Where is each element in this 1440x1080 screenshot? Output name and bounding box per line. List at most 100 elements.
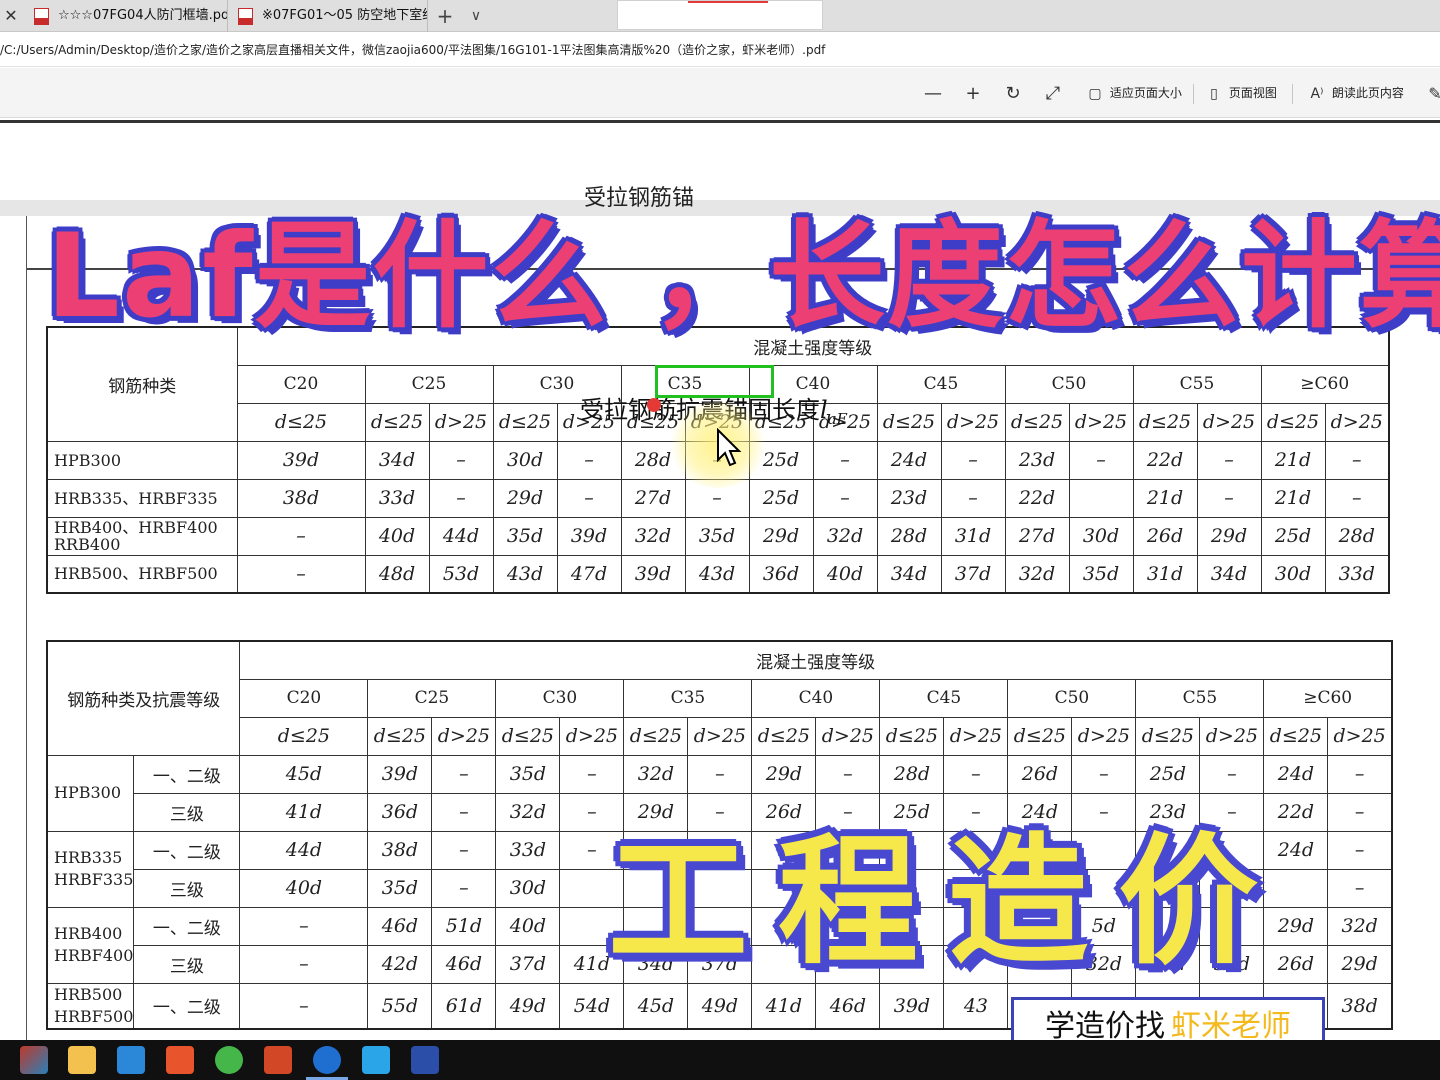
- grade-header: C55: [1132, 364, 1262, 404]
- browser-green-icon[interactable]: [215, 1046, 243, 1074]
- video-app-icon[interactable]: [166, 1046, 194, 1074]
- diameter-header: d≤25: [1132, 402, 1198, 442]
- anchorage-value: 39d: [236, 440, 366, 480]
- anchorage-value: –: [940, 440, 1006, 480]
- edge-icon[interactable]: [313, 1046, 341, 1074]
- diameter-header: d>25: [943, 716, 1009, 756]
- anchorage-value: 23d: [1004, 440, 1070, 480]
- diameter-header: d>25: [1327, 716, 1393, 756]
- diameter-header: d>25: [940, 402, 1006, 442]
- fit-page-button[interactable]: ▢ 适应页面大小: [1084, 78, 1182, 108]
- grade-header: C55: [1135, 678, 1265, 718]
- start-icon[interactable]: [20, 1046, 48, 1074]
- anchorage-value: –: [687, 754, 753, 794]
- anchorage-value: 33d: [495, 830, 561, 870]
- anchorage-value: –: [940, 478, 1006, 518]
- toolbar-divider: [1292, 84, 1293, 104]
- page-view-icon: ▯: [1210, 85, 1218, 102]
- anchorage-value: 37d: [495, 944, 561, 984]
- diameter-header: d≤25: [623, 716, 689, 756]
- anchorage-value: 49d: [495, 982, 561, 1029]
- anchorage-value: 27d: [1004, 516, 1070, 556]
- anchorage-value: 35d: [684, 516, 750, 556]
- pdf-file-icon: [238, 8, 253, 25]
- anchorage-value: 31d: [1132, 554, 1198, 594]
- grade-header: C50: [1004, 364, 1134, 404]
- anchorage-value: 39d: [879, 982, 945, 1029]
- anchorage-value: 24d: [876, 440, 942, 480]
- anchorage-value: 47d: [556, 554, 622, 594]
- tab-pdf-2[interactable]: ※07FG01～05 防空地下室结: [228, 0, 428, 32]
- pdf-file-icon: [34, 8, 49, 25]
- anchorage-value: 61d: [431, 982, 497, 1029]
- diameter-header: d>25: [1199, 716, 1265, 756]
- fit-page-icon: ▢: [1088, 85, 1102, 102]
- anchorage-value: 40d: [239, 868, 369, 908]
- anchorage-value: 36d: [367, 792, 433, 832]
- cad-icon[interactable]: [411, 1046, 439, 1074]
- read-aloud-button[interactable]: A⁾ 朗读此页内容: [1306, 78, 1403, 108]
- pen-button[interactable]: ✎: [1424, 78, 1440, 108]
- annotation-dot: [647, 398, 661, 412]
- c35-selection-box: [655, 365, 774, 398]
- anchorage-value: –: [943, 754, 1009, 794]
- anchorage-value: 55d: [367, 982, 433, 1029]
- tab-preview: [617, 0, 823, 30]
- new-tab-button[interactable]: +: [434, 0, 456, 32]
- powerpoint-icon[interactable]: [264, 1046, 292, 1074]
- page-edge-rule: [0, 120, 1440, 123]
- seismic-level-label: 三级: [133, 868, 241, 908]
- anchorage-value: –: [556, 478, 622, 518]
- anchorage-value: –: [431, 830, 497, 870]
- diameter-header: d≤25: [236, 402, 366, 442]
- anchorage-value: –: [815, 754, 881, 794]
- anchorage-value: –: [239, 982, 369, 1029]
- mouse-cursor-icon: [717, 428, 742, 467]
- address-bar[interactable]: /C:/Users/Admin/Desktop/造价之家/造价之家高层直播相关文…: [0, 33, 1440, 67]
- anchorage-value: 29d: [492, 478, 558, 518]
- anchorage-value: 48d: [364, 554, 430, 594]
- anchorage-value: 39d: [556, 516, 622, 556]
- seismic-level-label: 一、二级: [133, 754, 241, 794]
- grade-header: C25: [364, 364, 494, 404]
- anchorage-value: –: [1327, 868, 1393, 908]
- store-icon[interactable]: [117, 1046, 145, 1074]
- table-row: HPB300 一、二级 45d 39d –35d –32d –29d –28d –26d –25d…: [46, 754, 1393, 832]
- text-app-icon[interactable]: [362, 1046, 390, 1074]
- anchorage-value: 43: [943, 982, 1009, 1029]
- file-explorer-icon[interactable]: [68, 1046, 96, 1074]
- zoom-in-button[interactable]: +: [962, 78, 984, 108]
- anchorage-value: –: [559, 754, 625, 794]
- diameter-header: d>25: [1071, 716, 1137, 756]
- diameter-header: d≤25: [1135, 716, 1201, 756]
- anchorage-value: 32d: [623, 754, 689, 794]
- close-tab-icon[interactable]: ✕: [0, 0, 22, 32]
- tab-pdf-1[interactable]: ☆☆☆07FG04人防门框墙.pd: [24, 0, 228, 32]
- anchorage-value: –: [1324, 478, 1390, 518]
- table-row: HRB400、HRBF400 RRB400–40d 44d 35d 39d 32d 35d…: [46, 516, 1390, 556]
- anchorage-value: 35d: [367, 868, 433, 908]
- anchorage-value: –: [1196, 440, 1262, 480]
- zoom-out-button[interactable]: —: [922, 78, 944, 108]
- grade-header: C30: [495, 678, 625, 718]
- rotate-button[interactable]: ↻: [1002, 78, 1024, 108]
- anchorage-value: 34d: [364, 440, 430, 480]
- diameter-header: d>25: [1068, 402, 1134, 442]
- expand-icon: ⤢: [1045, 82, 1061, 104]
- page-view-button[interactable]: ▯ 页面视图: [1203, 78, 1277, 108]
- tab-list-chevron-icon[interactable]: ∨: [466, 0, 486, 32]
- anchorage-value: –: [239, 944, 369, 984]
- anchorage-value: 42d: [367, 944, 433, 984]
- diameter-header: d≤25: [1004, 402, 1070, 442]
- grade-header: ≥C60: [1260, 364, 1390, 404]
- anchorage-value: –: [1196, 478, 1262, 518]
- fit-page-label: 适应页面大小: [1109, 86, 1182, 100]
- anchorage-value: 46d: [815, 982, 881, 1029]
- rebar-type-label: HRB335 HRBF335: [46, 830, 135, 908]
- fullscreen-button[interactable]: ⤢: [1042, 78, 1064, 108]
- anchorage-value: –: [431, 754, 497, 794]
- anchorage-value: –: [236, 516, 366, 556]
- diameter-header: d≤25: [1263, 716, 1329, 756]
- video-title-overlay: Laf是什么 ，长度怎么计算: [46, 209, 1440, 344]
- anchorage-value: 24d: [1263, 754, 1329, 794]
